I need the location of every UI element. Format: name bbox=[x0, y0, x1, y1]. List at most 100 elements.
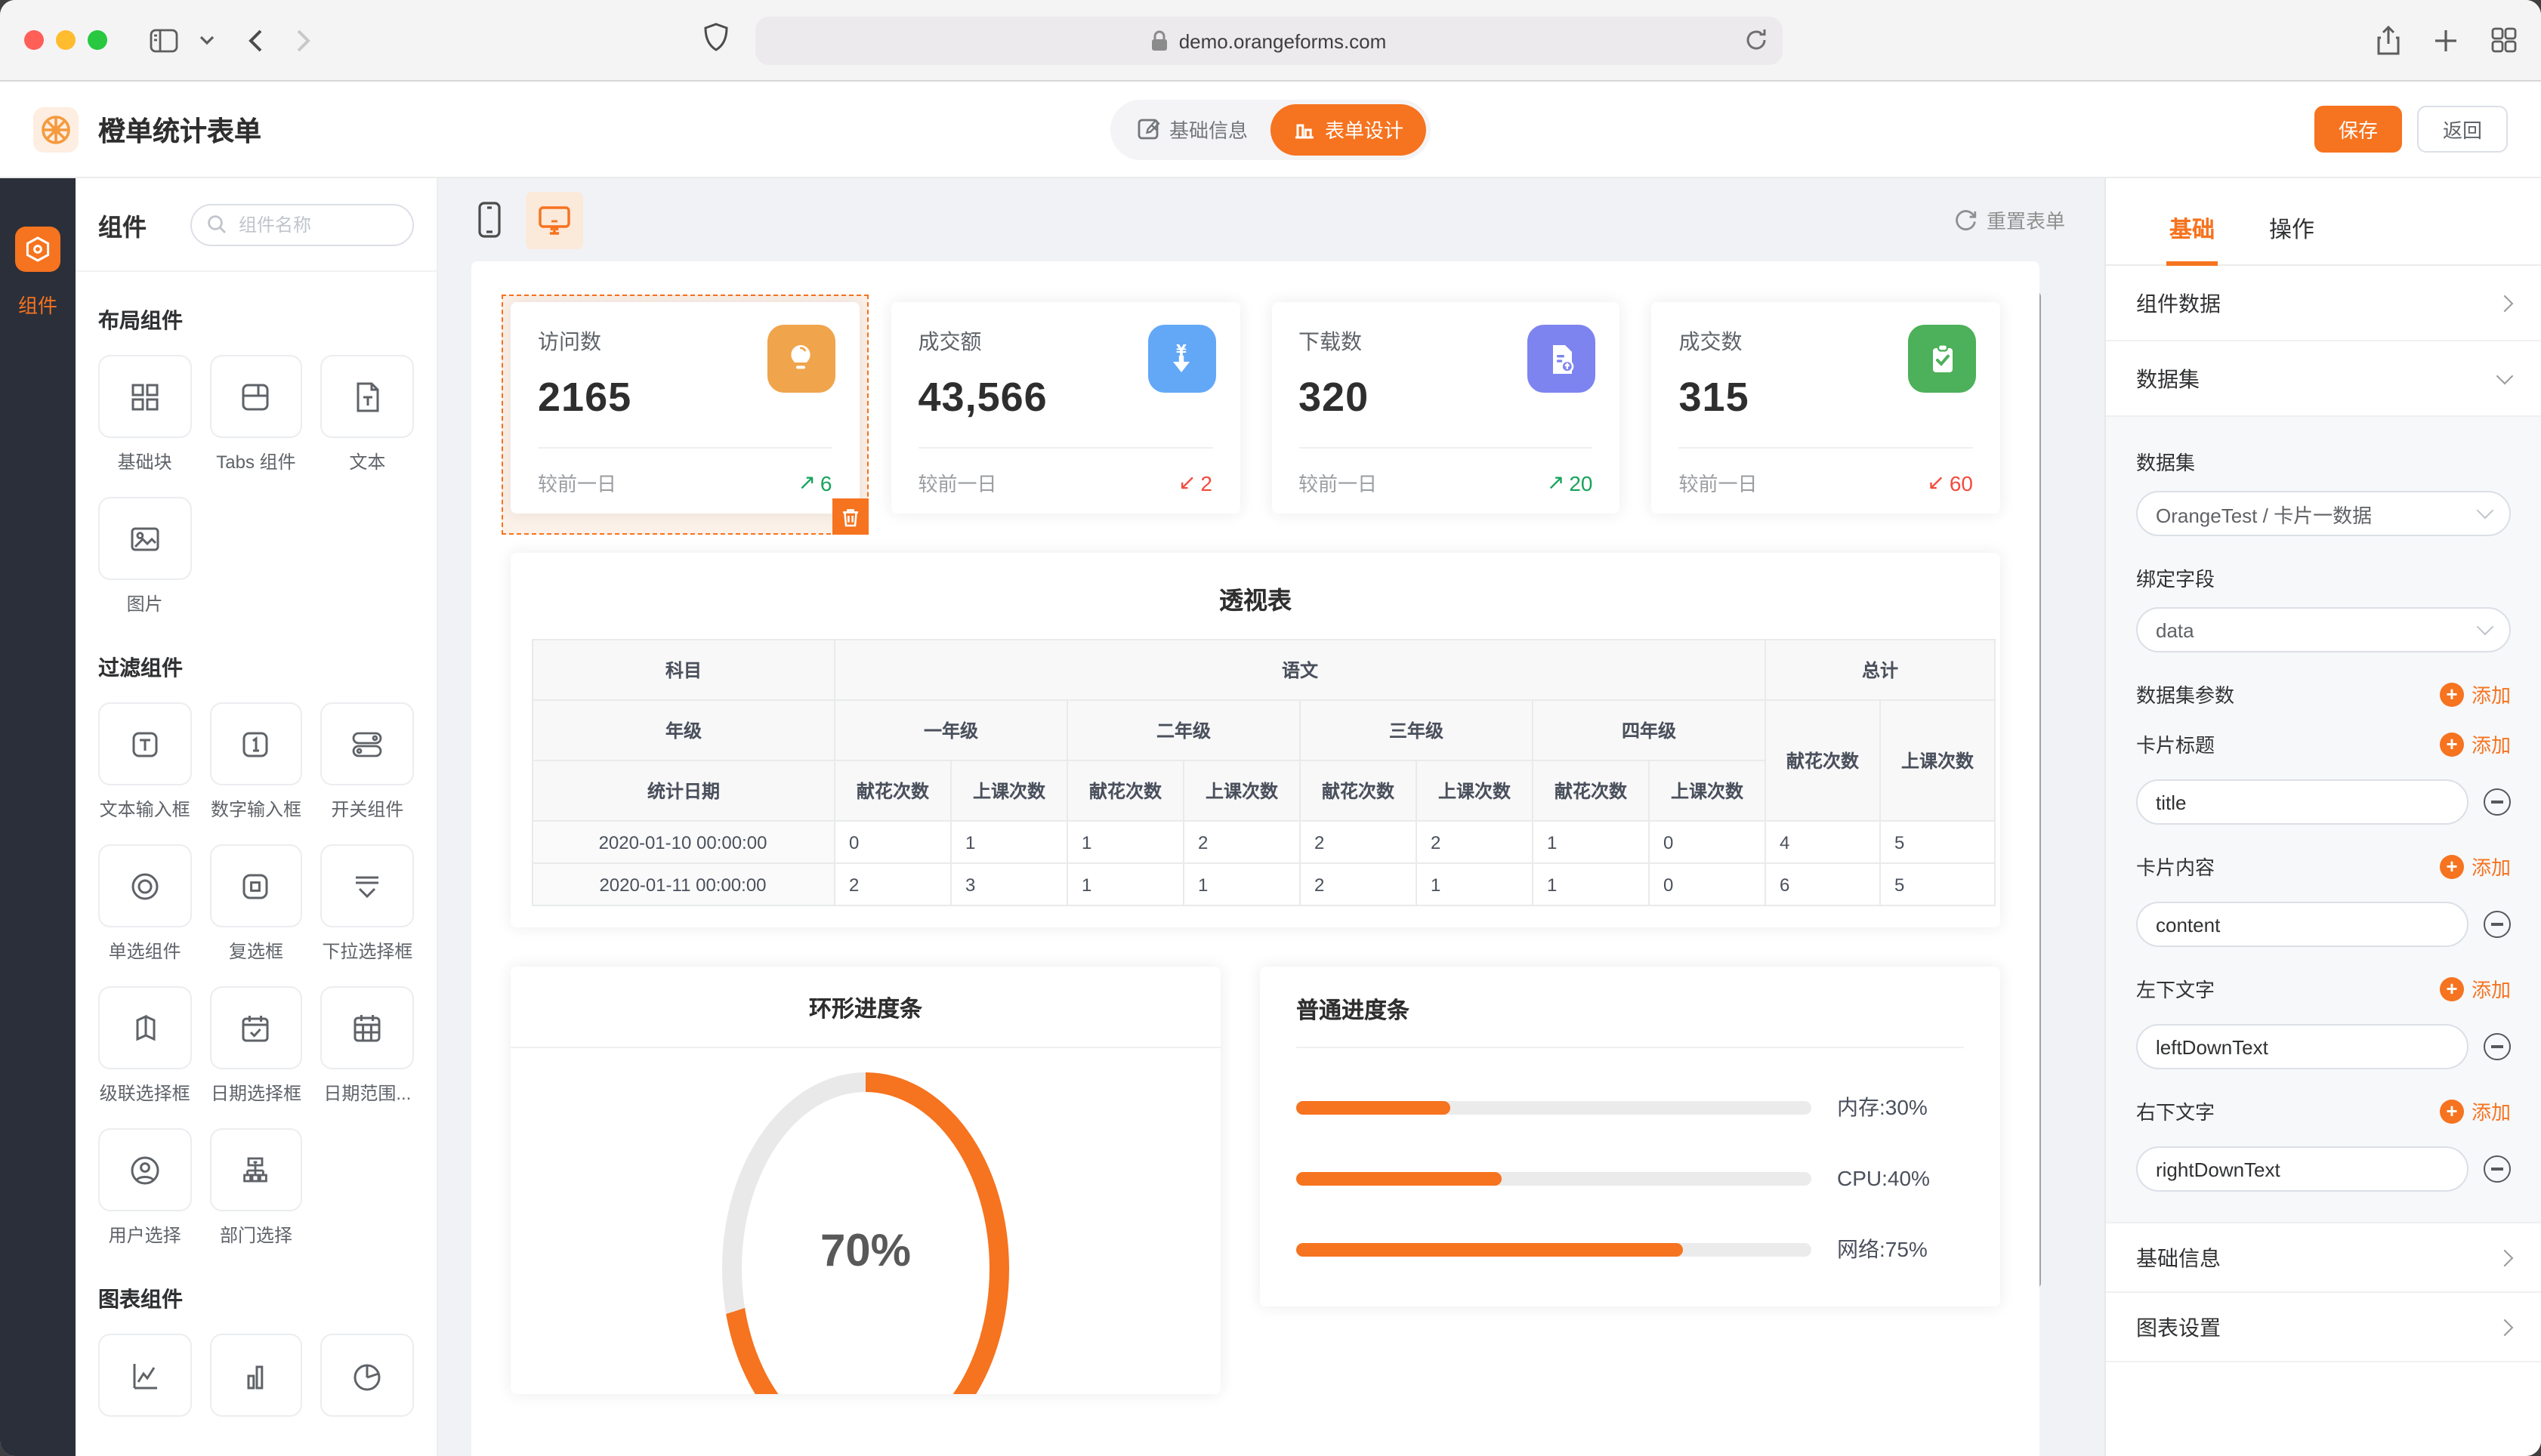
reset-form-button[interactable]: 重置表单 bbox=[1955, 205, 2065, 234]
new-tab-icon[interactable] bbox=[2434, 28, 2458, 52]
dropdown-icon bbox=[349, 868, 385, 904]
pivot-total-group: 总计 bbox=[1765, 640, 1995, 700]
stat-card-visits-slot[interactable]: 访问数 2165 较前一日 ↗6 bbox=[511, 302, 860, 514]
add-card-content-button[interactable]: + 添加 bbox=[2440, 852, 2511, 881]
remove-icon[interactable] bbox=[2484, 1155, 2511, 1183]
row-basic-info[interactable]: 基础信息 bbox=[2106, 1223, 2541, 1293]
progress-bars-card[interactable]: 普通进度条 内存:30% CPU:40% 网络:75% bbox=[1260, 967, 2000, 1306]
add-right-down-text-button[interactable]: + 添加 bbox=[2440, 1097, 2511, 1125]
component-tile-text-input[interactable]: 文本输入框 bbox=[98, 702, 191, 822]
dataset-select[interactable]: OrangeTest / 卡片一数据 bbox=[2136, 491, 2511, 536]
tab-overview-icon[interactable] bbox=[2491, 27, 2517, 53]
browser-chrome: demo.orangeforms.com bbox=[0, 0, 2541, 82]
component-tile-image[interactable]: 图片 bbox=[98, 497, 191, 616]
stat-card-amount[interactable]: 成交额 43,566 ¥ 较前一日 ↙2 bbox=[891, 302, 1240, 514]
rail-components-label: 组件 bbox=[18, 290, 57, 319]
component-search[interactable] bbox=[190, 203, 414, 245]
share-icon[interactable] bbox=[2376, 25, 2401, 55]
component-tile-user-select[interactable]: 用户选择 bbox=[98, 1128, 191, 1248]
stat-card-downloads-slot[interactable]: 下载数 320 较前一日 ↗20 bbox=[1271, 302, 1620, 514]
right-down-text-input[interactable]: rightDownText bbox=[2136, 1146, 2468, 1192]
row-dataset[interactable]: 数据集 bbox=[2106, 341, 2541, 417]
back-button-app[interactable]: 返回 bbox=[2417, 106, 2508, 153]
component-tile-bar-chart[interactable] bbox=[209, 1334, 302, 1417]
text-input-icon bbox=[127, 726, 163, 762]
tab-form-design-label: 表单设计 bbox=[1325, 115, 1403, 143]
stat-card-visits[interactable]: 访问数 2165 较前一日 ↗6 bbox=[511, 302, 860, 514]
save-button[interactable]: 保存 bbox=[2314, 106, 2402, 153]
pivot-corner-date: 统计日期 bbox=[533, 760, 835, 821]
component-tile-dept-select[interactable]: 部门选择 bbox=[209, 1128, 302, 1248]
tab-basic[interactable]: 基础 bbox=[2169, 213, 2215, 264]
stat-card-deals-slot[interactable]: 成交数 315 较前一日 ↙60 bbox=[1652, 302, 2001, 514]
component-tile-text[interactable]: 文本 bbox=[321, 355, 414, 474]
ring-progress-card[interactable]: 环形进度条 70% bbox=[511, 967, 1221, 1394]
component-tile-checkbox[interactable]: 复选框 bbox=[209, 844, 302, 964]
card-content-input[interactable]: content bbox=[2136, 902, 2468, 947]
chevron-right-icon bbox=[2496, 295, 2514, 312]
add-card-title-button[interactable]: + 添加 bbox=[2440, 730, 2511, 758]
left-down-text-label: 左下文字 bbox=[2136, 974, 2215, 1003]
app-window: demo.orangeforms.com 橙单统计表单 bbox=[0, 0, 2541, 1456]
remove-icon[interactable] bbox=[2484, 911, 2511, 938]
section-layout-components: 布局组件 bbox=[98, 305, 414, 335]
forward-button[interactable] bbox=[296, 28, 311, 52]
url-text: demo.orangeforms.com bbox=[1179, 29, 1387, 52]
minimize-window-button[interactable] bbox=[56, 30, 76, 50]
row-component-data[interactable]: 组件数据 bbox=[2106, 266, 2541, 341]
chevron-right-icon bbox=[2496, 1249, 2514, 1266]
pivot-table-card[interactable]: 透视表 科目 语文 总计 年级 一年级 二年级 bbox=[511, 553, 2000, 927]
zoom-window-button[interactable] bbox=[88, 30, 107, 50]
stat-card-amount-slot[interactable]: 成交额 43,566 ¥ 较前一日 ↙2 bbox=[891, 302, 1240, 514]
reload-icon[interactable] bbox=[1745, 27, 1768, 53]
back-button[interactable] bbox=[248, 28, 263, 52]
left-rail: 组件 bbox=[0, 178, 76, 1456]
plus-icon: + bbox=[2440, 854, 2464, 878]
tab-basic-info[interactable]: 基础信息 bbox=[1115, 103, 1270, 155]
calendar-grid-icon bbox=[349, 1010, 385, 1046]
components-rail-button[interactable] bbox=[15, 227, 60, 272]
component-tile-line-chart[interactable] bbox=[98, 1334, 191, 1417]
component-tile-switch[interactable]: 开关组件 bbox=[321, 702, 414, 822]
remove-icon[interactable] bbox=[2484, 1033, 2511, 1060]
remove-icon[interactable] bbox=[2484, 788, 2511, 816]
bind-field-select[interactable]: data bbox=[2136, 607, 2511, 652]
component-tile-cascader[interactable]: 级联选择框 bbox=[98, 986, 191, 1106]
row-chart-settings[interactable]: 图表设置 bbox=[2106, 1293, 2541, 1362]
bar-chart-tile-icon bbox=[238, 1357, 274, 1393]
tab-form-design[interactable]: 表单设计 bbox=[1270, 103, 1426, 155]
view-switcher: 基础信息 表单设计 bbox=[1110, 99, 1431, 159]
component-tile-date-picker[interactable]: 日期选择框 bbox=[209, 986, 302, 1106]
delete-widget-button[interactable] bbox=[832, 498, 869, 535]
desktop-preview-icon[interactable] bbox=[526, 191, 583, 248]
grid-blocks-icon bbox=[127, 378, 163, 415]
address-bar[interactable]: demo.orangeforms.com bbox=[755, 17, 1783, 65]
close-window-button[interactable] bbox=[24, 30, 44, 50]
chevron-down-icon bbox=[2477, 618, 2494, 636]
component-tile-radio[interactable]: 单选组件 bbox=[98, 844, 191, 964]
stat-card-deals[interactable]: 成交数 315 较前一日 ↙60 bbox=[1652, 302, 2001, 514]
component-tile-pie-chart[interactable] bbox=[321, 1334, 414, 1417]
radio-icon bbox=[127, 868, 163, 904]
left-down-text-input[interactable]: leftDownText bbox=[2136, 1024, 2468, 1069]
form-edit-icon bbox=[1138, 118, 1160, 140]
pivot-corner-subject: 科目 bbox=[533, 640, 835, 700]
component-tile-basic-block[interactable]: 基础块 bbox=[98, 355, 191, 474]
add-dataset-param-button[interactable]: + 添加 bbox=[2440, 680, 2511, 708]
component-tile-tabs[interactable]: Tabs 组件 bbox=[209, 355, 302, 474]
reset-form-label: 重置表单 bbox=[1987, 205, 2065, 234]
progress-row-cpu: CPU:40% bbox=[1296, 1166, 1964, 1190]
stat-card-downloads[interactable]: 下载数 320 较前一日 ↗20 bbox=[1271, 302, 1620, 514]
component-tile-select[interactable]: 下拉选择框 bbox=[321, 844, 414, 964]
mobile-preview-icon[interactable] bbox=[477, 201, 502, 239]
card-title-input[interactable]: title bbox=[2136, 779, 2468, 825]
component-tile-number-input[interactable]: 数字输入框 bbox=[209, 702, 302, 822]
privacy-shield-icon[interactable] bbox=[704, 23, 728, 51]
component-tile-date-range[interactable]: 日期范围... bbox=[321, 986, 414, 1106]
search-input[interactable] bbox=[236, 212, 387, 236]
sidebar-toggle-icon[interactable] bbox=[150, 28, 178, 52]
chevron-down-icon[interactable] bbox=[199, 35, 215, 45]
tab-actions[interactable]: 操作 bbox=[2269, 213, 2314, 264]
add-left-down-text-button[interactable]: + 添加 bbox=[2440, 974, 2511, 1003]
file-upload-icon bbox=[1528, 325, 1596, 393]
